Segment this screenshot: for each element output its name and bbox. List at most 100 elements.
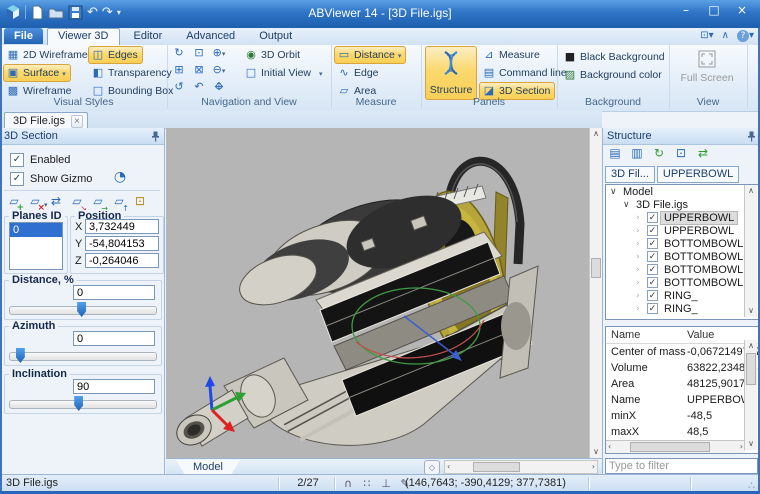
section-plane-tool-icon[interactable]	[27, 194, 43, 210]
initial-view-dropdown-icon[interactable]	[319, 67, 323, 79]
tree-checkbox[interactable]	[647, 251, 658, 262]
hscroll-thumb[interactable]	[473, 462, 520, 472]
tree-item-label[interactable]: 3D File.igs	[633, 199, 691, 211]
maximize-button[interactable]: □	[700, 0, 728, 20]
scroll-right-icon[interactable]: ›	[740, 441, 743, 453]
filter-input[interactable]	[605, 458, 758, 474]
tree-chevron-icon[interactable]	[636, 278, 646, 288]
model-sheet-tab[interactable]: Model	[176, 460, 240, 475]
structure-tool-icon[interactable]	[673, 146, 689, 162]
name-column-header[interactable]: Name	[606, 329, 687, 341]
tree-item-label[interactable]: UPPERBOWL	[661, 225, 737, 237]
tree-item-label[interactable]: Model	[620, 186, 656, 198]
property-row[interactable]: Volume 63822,2348948	[606, 360, 759, 376]
navigation-tool-icon[interactable]	[212, 63, 226, 80]
inclination-slider-thumb[interactable]	[74, 396, 83, 411]
switch-windows-icon[interactable]: ⊡▾	[700, 30, 713, 42]
property-row[interactable]: maxX 48,5	[606, 424, 759, 440]
distance-slider-thumb[interactable]	[77, 302, 86, 317]
tab-editor[interactable]: Editor	[124, 28, 173, 44]
tab-file[interactable]: File	[4, 28, 43, 44]
2d-wireframe-button[interactable]: 2D Wireframe	[3, 46, 93, 64]
position-y-field[interactable]	[85, 236, 159, 251]
position-x-field[interactable]	[85, 219, 159, 234]
section-plane-tool-icon[interactable]	[132, 194, 148, 210]
section-plane-tool-icon[interactable]	[111, 194, 127, 210]
edge-button[interactable]: Edge	[334, 64, 384, 82]
tree-row[interactable]: Model	[606, 185, 759, 198]
tree-row[interactable]: BOTTOMBOWL	[606, 250, 759, 263]
black-background-button[interactable]: Black Background	[560, 48, 670, 66]
structure-tab[interactable]: 3D Fil...	[605, 166, 655, 183]
planes-id-list[interactable]: 0	[9, 222, 63, 270]
tree-row[interactable]: 3D File.igs	[606, 198, 759, 211]
scroll-down-icon[interactable]: ∨	[590, 446, 602, 458]
tree-item-label[interactable]: BOTTOMBOWL	[661, 264, 746, 276]
tree-chevron-icon[interactable]	[636, 239, 646, 249]
tree-item-label[interactable]: BOTTOMBOWL	[661, 277, 746, 289]
tree-row[interactable]: RING_	[606, 289, 759, 302]
sheet-list-icon[interactable]: ◇	[424, 460, 440, 475]
scroll-right-icon[interactable]: ›	[592, 461, 595, 473]
tree-item-label[interactable]: RING_	[661, 303, 701, 315]
property-row[interactable]: Area 48125,9017897	[606, 376, 759, 392]
tree-chevron-icon[interactable]	[636, 226, 646, 236]
tree-chevron-icon[interactable]	[636, 213, 646, 223]
tree-chevron-icon[interactable]	[636, 291, 646, 301]
distance-field[interactable]	[73, 285, 155, 300]
navigation-tool-icon[interactable]	[172, 63, 186, 80]
scroll-left-icon[interactable]: ‹	[447, 461, 450, 473]
tree-row[interactable]: RING_	[606, 302, 759, 315]
structure-button[interactable]: Structure	[425, 46, 477, 100]
status-toggle-icon[interactable]	[380, 477, 392, 491]
inclination-field[interactable]	[73, 379, 155, 394]
vscroll-thumb[interactable]	[591, 258, 601, 278]
flip-plane-dropdown-icon[interactable]	[44, 198, 48, 210]
document-close-icon[interactable]: ×	[71, 115, 83, 128]
position-z-field[interactable]	[85, 253, 159, 268]
grid-vscroll-thumb[interactable]	[746, 353, 756, 385]
tree-chevron-icon[interactable]	[636, 252, 646, 262]
property-row[interactable]: Center of mass -0,0672149757	[606, 344, 759, 360]
tree-chevron-icon[interactable]	[636, 304, 646, 314]
tree-chevron-icon[interactable]	[610, 187, 620, 197]
navigation-tool-icon[interactable]	[192, 63, 206, 80]
section-plane-tool-icon[interactable]	[48, 194, 64, 210]
structure-tool-icon[interactable]	[651, 146, 667, 162]
grid-hscroll-thumb[interactable]	[630, 442, 710, 452]
section-clip-icon[interactable]	[112, 169, 128, 185]
tree-row[interactable]: UPPERBOWL	[606, 211, 759, 224]
navigation-tool-icon[interactable]	[192, 46, 206, 63]
tree-checkbox[interactable]	[647, 264, 658, 275]
status-toggle-icon[interactable]	[361, 477, 373, 491]
distance-button[interactable]: Distance	[334, 46, 406, 64]
3d-orbit-button[interactable]: 3D Orbit	[241, 46, 305, 64]
navigation-tool-icon[interactable]	[212, 80, 226, 97]
azimuth-slider-thumb[interactable]	[16, 348, 25, 363]
scroll-left-icon[interactable]: ‹	[608, 441, 611, 453]
enabled-checkbox[interactable]	[10, 153, 24, 167]
scroll-down-icon[interactable]: ∨	[745, 305, 757, 317]
grid-vscrollbar[interactable]: ∧ ∨	[744, 340, 757, 450]
scroll-up-icon[interactable]: ∧	[745, 185, 757, 197]
section-plane-tool-icon[interactable]	[69, 194, 85, 210]
tab-viewer-3d[interactable]: Viewer 3D	[47, 28, 120, 45]
grid-hscrollbar[interactable]: ‹ ›	[606, 440, 745, 453]
3d-viewport[interactable]: ∧ ∨ Model ◇ ‹ ›	[166, 128, 602, 474]
tree-item-label[interactable]: RING_	[661, 290, 701, 302]
navigation-tool-icon[interactable]	[212, 46, 226, 63]
edges-button[interactable]: Edges	[88, 46, 143, 64]
close-button[interactable]: ×	[728, 0, 756, 20]
scroll-up-icon[interactable]: ∧	[590, 128, 602, 140]
full-screen-button[interactable]: Full Screen	[677, 49, 737, 84]
tree-checkbox[interactable]	[647, 238, 658, 249]
viewport-hscrollbar[interactable]: ‹ ›	[444, 460, 598, 474]
tree-checkbox[interactable]	[647, 303, 658, 314]
tree-chevron-icon[interactable]	[623, 200, 633, 210]
measure-panel-button[interactable]: Measure	[479, 46, 545, 64]
structure-tool-icon[interactable]	[695, 146, 711, 162]
minimize-button[interactable]: –	[672, 0, 700, 20]
tree-row[interactable]: BOTTOMBOWL	[606, 276, 759, 289]
initial-view-button[interactable]: Initial View	[241, 64, 316, 82]
scroll-up-icon[interactable]: ∧	[745, 340, 757, 352]
